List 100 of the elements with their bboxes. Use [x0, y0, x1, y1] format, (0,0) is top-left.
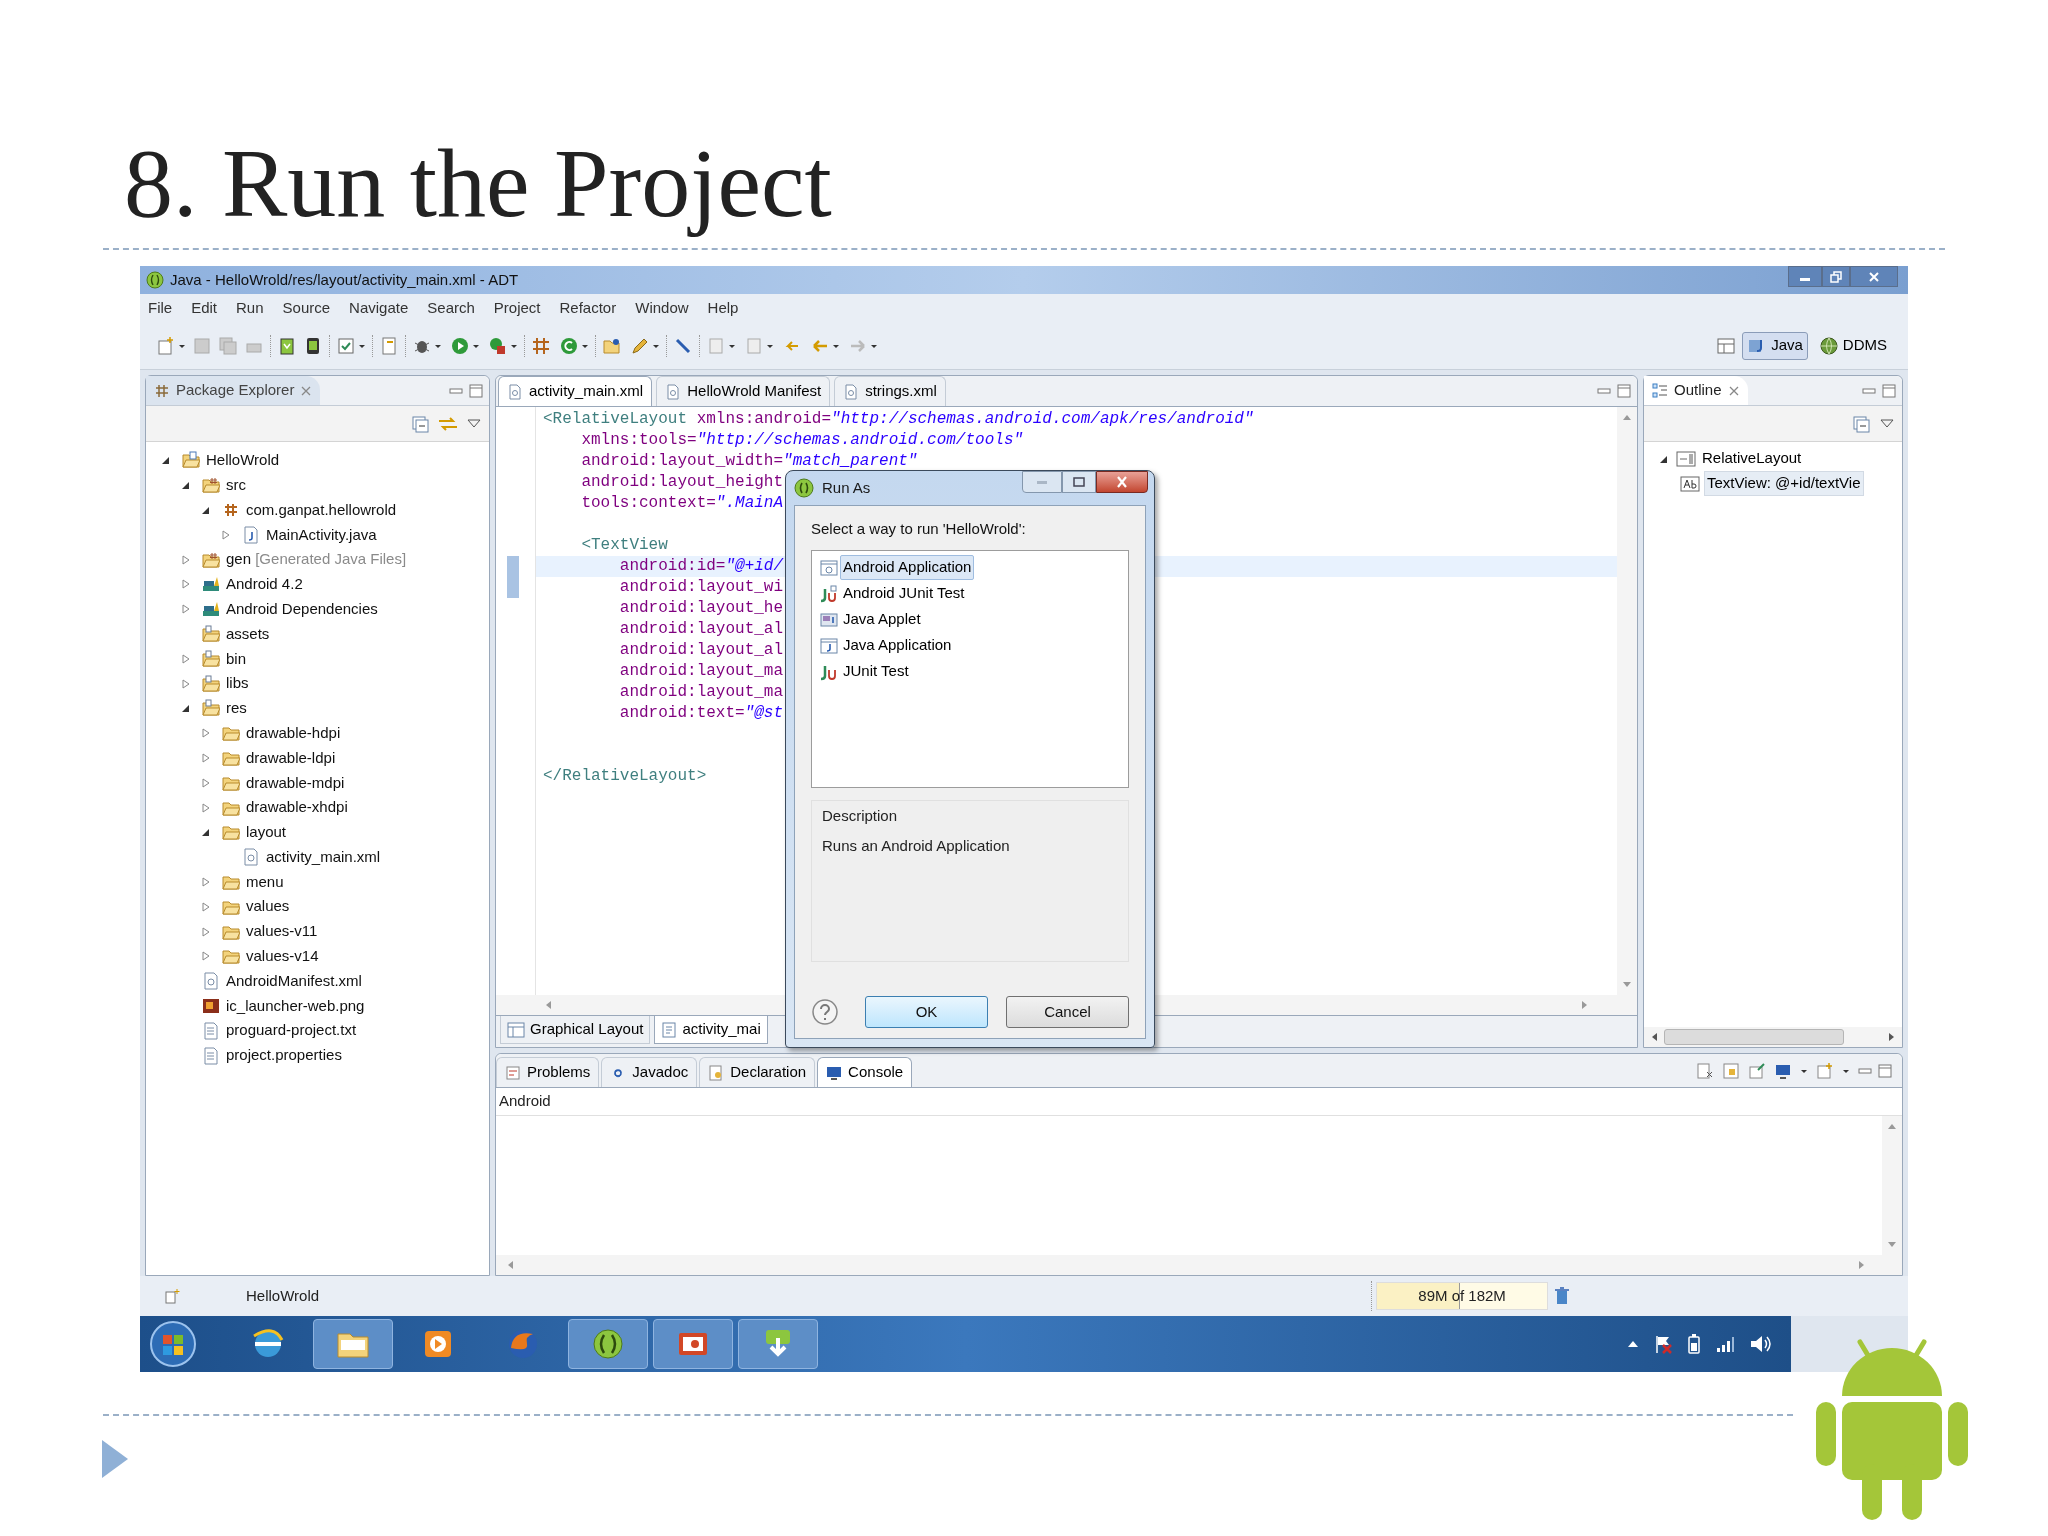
view-tab[interactable]: Outline [1644, 376, 1748, 405]
scrollbar-thumb[interactable] [1664, 1029, 1844, 1045]
outline-item[interactable]: RelativeLayout [1700, 447, 1804, 470]
tree-item[interactable]: drawable-ldpi [246, 746, 336, 770]
perspective-button[interactable]: DDMS [1813, 331, 1892, 360]
battery-icon[interactable] [1687, 1333, 1701, 1355]
close-button[interactable] [1096, 471, 1148, 493]
launch-option[interactable]: JUnit Test [840, 659, 912, 684]
new-console-icon[interactable] [1816, 1061, 1834, 1080]
class-icon[interactable] [559, 335, 579, 356]
tree-item[interactable]: layout [246, 821, 287, 844]
fast-view-icon[interactable] [164, 1287, 182, 1305]
folder-icon [202, 649, 220, 668]
clear-console-icon[interactable] [1696, 1061, 1714, 1080]
tree-item[interactable]: assets [226, 622, 270, 646]
maximize-icon[interactable] [1878, 1063, 1892, 1078]
tree-item[interactable]: menu [246, 870, 284, 894]
tree-item[interactable]: com.ganpat.hellowrold [246, 498, 397, 522]
checkbox-icon[interactable] [336, 335, 356, 356]
code-line: android:layout_al [618, 641, 784, 659]
view-menu-icon[interactable] [467, 417, 481, 430]
perspective-button[interactable]: Java [1742, 331, 1808, 360]
menubar-entry[interactable]: Refactor [559, 296, 617, 320]
tree-item[interactable]: src [226, 473, 246, 497]
collapse-all-icon[interactable] [1852, 414, 1870, 433]
code-line: tools:context=".MainA [580, 494, 784, 512]
file-icon[interactable] [379, 335, 399, 356]
minimize-button[interactable] [1022, 471, 1062, 493]
code-line: android:text="@st [618, 704, 784, 722]
dialog-title: Run As [822, 477, 871, 498]
tree-item[interactable]: drawable-hdpi [246, 721, 341, 745]
tree-item[interactable]: Android Dependencies [226, 597, 378, 621]
panel-tab[interactable]: Console [817, 1057, 913, 1087]
tree-item[interactable]: values [246, 895, 290, 918]
tree-item[interactable]: values-v11 [246, 920, 318, 943]
tree-item[interactable]: drawable-mdpi [246, 771, 345, 794]
tree-item[interactable]: proguard-project.txt [226, 1019, 357, 1042]
menubar-entry[interactable]: Help [707, 296, 739, 320]
maximize-icon[interactable] [1882, 383, 1896, 398]
menubar-entry[interactable]: Search [427, 296, 475, 320]
restore-button[interactable] [1822, 266, 1850, 287]
view-tab[interactable]: Package Explorer [146, 376, 321, 405]
open-perspective-icon[interactable] [1716, 335, 1737, 356]
pin-icon[interactable] [1748, 1061, 1766, 1080]
tree-item[interactable]: drawable-xhdpi [246, 796, 348, 819]
minimize-button[interactable] [1788, 266, 1822, 287]
close-button[interactable] [1850, 266, 1898, 287]
dialog-button[interactable]: OK [865, 996, 988, 1028]
signal-icon[interactable] [1715, 1335, 1735, 1353]
sdk-manager-icon[interactable] [277, 335, 297, 356]
launch-option[interactable]: Android JUnit Test [840, 581, 968, 606]
speaker-icon[interactable] [1749, 1334, 1771, 1354]
dialog-button[interactable]: Cancel [1006, 996, 1129, 1028]
tree-item[interactable]: values-v14 [246, 945, 319, 968]
trash-icon[interactable] [1553, 1286, 1572, 1306]
run-icon[interactable] [450, 335, 470, 356]
editor-mode-tab[interactable]: Graphical Layout [500, 1016, 651, 1044]
tree-item[interactable]: bin [226, 647, 247, 670]
outline-item[interactable]: TextView: @+id/textVie [1704, 471, 1864, 496]
launch-option[interactable]: Java Application [840, 633, 955, 658]
menubar-entry[interactable]: Source [282, 296, 331, 320]
panel-tab[interactable]: Declaration [699, 1057, 816, 1087]
start-orb-icon[interactable] [148, 1319, 198, 1369]
menubar-entry[interactable]: Window [635, 296, 689, 320]
package-icon[interactable] [531, 335, 551, 356]
tree-item[interactable]: gen [Generated Java Files] [226, 548, 407, 571]
maximize-button[interactable] [1062, 471, 1096, 493]
launch-option[interactable]: Java Applet [840, 607, 924, 632]
tree-item[interactable]: Android 4.2 [226, 573, 303, 596]
tree-item[interactable]: MainActivity.java [266, 523, 377, 547]
tree-item[interactable]: project.properties [226, 1044, 342, 1067]
scroll-left-icon [506, 1260, 514, 1270]
flag-icon[interactable] [1653, 1334, 1673, 1354]
tree-item[interactable]: activity_main.xml [266, 845, 381, 869]
view-menu-icon[interactable] [1880, 417, 1894, 430]
app-icon[interactable] [590, 1326, 626, 1362]
menubar-entry[interactable]: Project [493, 296, 541, 320]
menubar-entry[interactable]: Run [236, 296, 264, 320]
panel-tab[interactable]: strings.xml [834, 376, 946, 406]
editor-mode-tab[interactable]: activity_mai [654, 1016, 768, 1044]
panel-tab[interactable]: Problems [496, 1057, 600, 1087]
help-icon[interactable] [811, 998, 839, 1026]
panel-tab[interactable]: activity_main.xml [498, 376, 653, 406]
scroll-lock-icon[interactable] [1722, 1061, 1740, 1080]
menubar-entry[interactable]: File [148, 296, 173, 320]
tree-item[interactable]: res [226, 697, 247, 720]
collapse-all-icon[interactable] [411, 414, 429, 433]
maximize-icon[interactable] [469, 383, 483, 398]
panel-tab[interactable]: HelloWrold Manifest [656, 376, 831, 406]
tree-item[interactable]: AndroidManifest.xml [226, 969, 362, 993]
launch-option[interactable]: Android Application [840, 555, 975, 580]
heap-meter[interactable]: 89M of 182M [1376, 1282, 1549, 1310]
tree-item[interactable]: HelloWrold [206, 449, 280, 472]
menubar-entry[interactable]: Edit [191, 296, 218, 320]
tree-item[interactable]: libs [226, 672, 249, 695]
menubar-entry[interactable]: Navigate [349, 296, 409, 320]
maximize-icon[interactable] [1617, 384, 1631, 398]
panel-tab[interactable]: Javadoc [601, 1057, 698, 1087]
link-icon[interactable] [437, 414, 459, 433]
tree-item[interactable]: ic_launcher-web.png [226, 994, 365, 1018]
